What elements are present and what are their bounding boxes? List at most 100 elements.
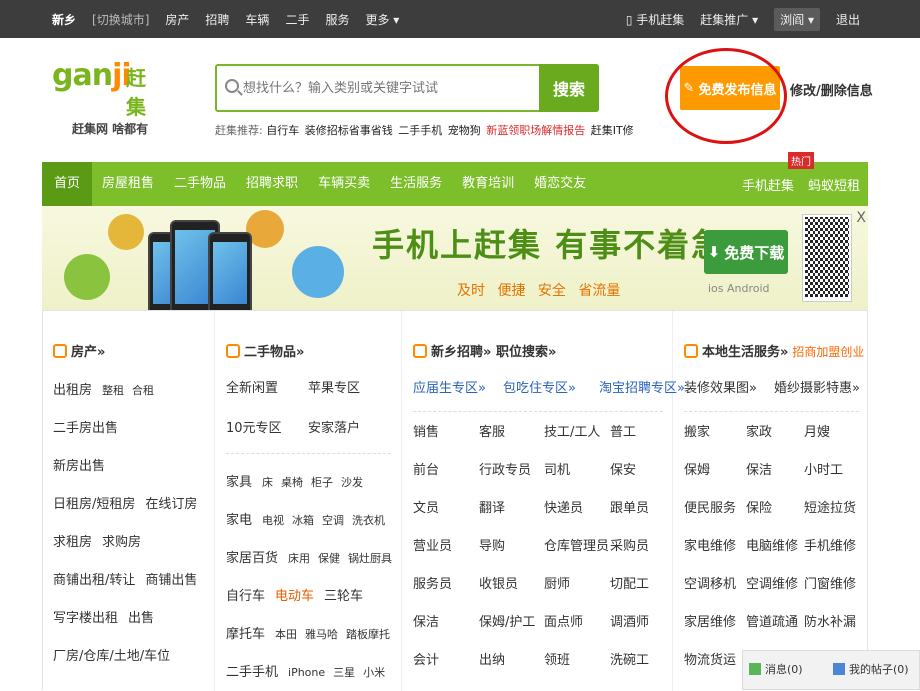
life-service-link[interactable]: 保姆 (684, 459, 710, 478)
top-link-more[interactable]: 更多 ▾ (365, 11, 399, 28)
download-button[interactable]: ⬇ 免费下载 (704, 230, 788, 274)
messages-link[interactable]: 消息(0) (749, 661, 803, 677)
job-category-link[interactable]: 导购 (479, 535, 505, 554)
logout-link[interactable]: 退出 (836, 11, 860, 28)
job-category-link[interactable]: 司机 (544, 459, 570, 478)
life-service-link[interactable]: 搬家 (684, 421, 710, 440)
job-category-link[interactable]: 翻译 (479, 497, 505, 516)
job-category-link[interactable]: 厨师 (544, 573, 570, 592)
life-service-link[interactable]: 电脑维修 (746, 535, 798, 554)
job-category-link[interactable]: 面点师 (544, 611, 583, 630)
job-search-link[interactable]: 职位搜索» (496, 345, 556, 360)
job-category-link[interactable]: 客服 (479, 421, 505, 440)
life-service-link[interactable]: 门窗维修 (804, 573, 856, 592)
job-category-link[interactable]: 行政专员 (479, 459, 531, 478)
category-panel: 房产» 出租房 整租 合租 二手房出售 新房出售 日租房/短租房 在线订房 求租房 求购… (42, 310, 868, 691)
switch-city-link[interactable]: [切换城市] (92, 11, 149, 28)
free-post-button[interactable]: ✎ 免费发布信息 (680, 66, 780, 110)
job-category-link[interactable]: 保安 (610, 459, 636, 478)
job-category-link[interactable]: 前台 (413, 459, 439, 478)
job-category-link[interactable]: 跟单员 (610, 497, 649, 516)
life-service-link[interactable]: 空调移机 (684, 573, 736, 592)
os-label: ios Android (708, 282, 770, 295)
house-icon (53, 344, 67, 358)
life-service-link[interactable]: 小时工 (804, 459, 843, 478)
job-category-link[interactable]: 收银员 (479, 573, 518, 592)
top-link-service[interactable]: 服务 (325, 11, 349, 28)
top-link-jobs[interactable]: 招聘 (205, 11, 229, 28)
edit-icon: ✎ (683, 80, 695, 96)
nav-mobile-ganji[interactable]: 手机赶集 (742, 175, 794, 194)
life-service-link[interactable]: 便民服务 (684, 497, 736, 516)
job-category-link[interactable]: 调酒师 (610, 611, 649, 630)
nav-short-rent[interactable]: 蚂蚁短租 (808, 175, 860, 194)
job-category-link[interactable]: 仓库管理员 (544, 535, 609, 554)
job-category-link[interactable]: 普工 (610, 421, 636, 440)
job-category-link[interactable]: 快递员 (544, 497, 583, 516)
life-service-link[interactable]: 短途拉货 (804, 497, 856, 516)
nav-item-jobs[interactable]: 招聘求职 (236, 162, 308, 206)
hot-link[interactable]: 装修招标省事省钱 (305, 124, 393, 137)
list-item: 写字楼出租 出售 (53, 611, 155, 626)
app-banner[interactable]: 手机上赶集 有事不着急 及时 便捷 安全 省流量 ⬇ 免费下载 ios Andro… (42, 206, 868, 310)
my-posts-link[interactable]: 我的帖子(0) (833, 661, 909, 677)
nav-item-dating[interactable]: 婚恋交友 (524, 162, 596, 206)
close-icon[interactable]: X (856, 210, 866, 226)
life-service-link[interactable]: 家政 (746, 421, 772, 440)
nav-item-life[interactable]: 生活服务 (380, 162, 452, 206)
franchise-link[interactable]: 招商加盟创业 (792, 345, 864, 359)
top-link-used[interactable]: 二手 (285, 11, 309, 28)
banner-subtitle: 及时 便捷 安全 省流量 (457, 283, 621, 299)
nav-item-house[interactable]: 房屋租售 (92, 162, 164, 206)
job-category-link[interactable]: 营业员 (413, 535, 452, 554)
job-category-link[interactable]: 服务员 (413, 573, 452, 592)
logo-mark: gan (52, 58, 113, 93)
top-link-cars[interactable]: 车辆 (245, 11, 269, 28)
life-service-link[interactable]: 空调维修 (746, 573, 798, 592)
used-heading[interactable]: 二手物品» (226, 341, 304, 360)
job-category-link[interactable]: 保洁 (413, 611, 439, 630)
job-category-link[interactable]: 销售 (413, 421, 439, 440)
job-category-link[interactable]: 会计 (413, 649, 439, 668)
house-heading[interactable]: 房产» (53, 341, 105, 360)
hot-link[interactable]: 新蓝领职场解情报告 (486, 124, 585, 137)
mobile-ganji-link[interactable]: ▯ 手机赶集 (626, 11, 684, 28)
nav-item-cars[interactable]: 车辆买卖 (308, 162, 380, 206)
search-input[interactable] (243, 76, 543, 100)
user-menu[interactable]: 浏阎 ▾ (774, 8, 820, 31)
life-service-link[interactable]: 家电维修 (684, 535, 736, 554)
nav-item-edu[interactable]: 教育培训 (452, 162, 524, 206)
edit-delete-link[interactable]: 修改/删除信息 (790, 80, 873, 99)
job-category-link[interactable]: 文员 (413, 497, 439, 516)
hot-link[interactable]: 赶集IT修 (591, 124, 634, 137)
life-service-link[interactable]: 保险 (746, 497, 772, 516)
list-item: 10元专区 安家落户 (226, 421, 361, 436)
life-service-link[interactable]: 保洁 (746, 459, 772, 478)
job-category-link[interactable]: 领班 (544, 649, 570, 668)
life-service-link[interactable]: 家居维修 (684, 611, 736, 630)
hot-link[interactable]: 自行车 (266, 124, 299, 137)
life-service-link[interactable]: 物流货运 (684, 649, 736, 668)
app-screenshot (208, 232, 252, 310)
job-category-link[interactable]: 出纳 (479, 649, 505, 668)
top-link-house[interactable]: 房产 (165, 11, 189, 28)
list-item: 新房出售 (53, 459, 106, 474)
nav-item-used[interactable]: 二手物品 (164, 162, 236, 206)
job-category-link[interactable]: 保姆/护工 (479, 611, 535, 630)
life-service-link[interactable]: 管道疏通 (746, 611, 798, 630)
hot-link[interactable]: 宠物狗 (448, 124, 481, 137)
job-category-link[interactable]: 采购员 (610, 535, 649, 554)
search-button[interactable]: 搜索 (539, 64, 599, 112)
job-category-link[interactable]: 技工/工人 (544, 421, 600, 440)
list-item: 厂房/仓库/土地/车位 (53, 649, 171, 664)
site-logo[interactable]: ganji 赶集 赶集网 啥都有 (52, 58, 162, 136)
job-category-link[interactable]: 切配工 (610, 573, 649, 592)
life-service-link[interactable]: 防水补漏 (804, 611, 856, 630)
promote-menu[interactable]: 赶集推广 ▾ (700, 11, 758, 28)
life-service-link[interactable]: 月嫂 (804, 421, 830, 440)
life-service-link[interactable]: 手机维修 (804, 535, 856, 554)
hot-link[interactable]: 二手手机 (398, 124, 442, 137)
job-category-link[interactable]: 洗碗工 (610, 649, 649, 668)
nav-item-home[interactable]: 首页 (42, 162, 93, 206)
cart-icon (226, 344, 240, 358)
